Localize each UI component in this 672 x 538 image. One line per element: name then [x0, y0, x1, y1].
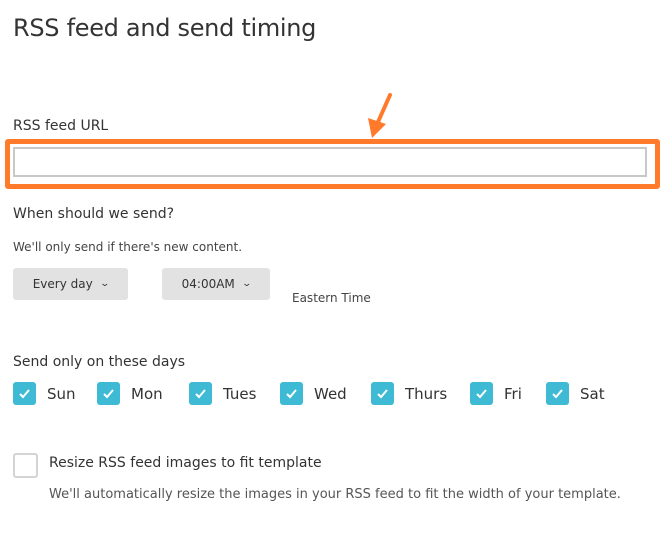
checkbox[interactable]	[546, 382, 569, 405]
resize-images-description: We'll automatically resize the images in…	[49, 487, 621, 502]
day-label: Mon	[131, 384, 163, 403]
checkmark-icon	[476, 389, 487, 399]
day-label: Thurs	[405, 384, 448, 403]
day-checkbox-mon[interactable]: Mon	[97, 382, 163, 405]
frequency-value: Every day	[32, 277, 93, 291]
day-checkbox-sat[interactable]: Sat	[546, 382, 605, 405]
days-heading: Send only on these days	[13, 354, 186, 370]
rss-url-label: RSS feed URL	[13, 118, 109, 134]
checkbox[interactable]	[470, 382, 493, 405]
rss-url-input[interactable]	[13, 147, 647, 177]
day-label: Tues	[223, 384, 257, 403]
checkmark-icon	[377, 389, 388, 399]
checkmark-icon	[552, 389, 563, 399]
day-label: Sun	[47, 384, 76, 403]
checkmark-icon	[195, 389, 206, 399]
send-timing-note: We'll only send if there's new content.	[13, 240, 243, 254]
time-dropdown[interactable]: 04:00AM ⌄	[162, 268, 270, 300]
checkbox[interactable]	[13, 382, 36, 405]
day-label: Sat	[580, 384, 605, 403]
checkbox[interactable]	[97, 382, 120, 405]
chevron-down-icon: ⌄	[99, 279, 110, 289]
checkmark-icon	[103, 389, 114, 399]
frequency-dropdown[interactable]: Every day ⌄	[13, 268, 128, 300]
annotation-arrow-icon	[368, 93, 392, 138]
checkbox[interactable]	[280, 382, 303, 405]
checkbox[interactable]	[371, 382, 394, 405]
checkmark-icon	[286, 389, 297, 399]
checkbox[interactable]	[189, 382, 212, 405]
send-timing-heading: When should we send?	[13, 206, 175, 222]
day-checkbox-fri[interactable]: Fri	[470, 382, 522, 405]
checkmark-icon	[19, 389, 30, 399]
resize-images-label: Resize RSS feed images to fit template	[49, 455, 322, 471]
day-checkbox-tues[interactable]: Tues	[189, 382, 256, 405]
day-label: Wed	[314, 384, 347, 403]
time-value: 04:00AM	[181, 277, 235, 291]
day-checkbox-thurs[interactable]: Thurs	[371, 382, 447, 405]
resize-images-checkbox[interactable]	[13, 453, 38, 478]
chevron-down-icon: ⌄	[241, 279, 252, 289]
day-checkbox-sun[interactable]: Sun	[13, 382, 76, 405]
day-checkbox-wed[interactable]: Wed	[280, 382, 347, 405]
day-label: Fri	[504, 384, 522, 403]
timezone-label: Eastern Time	[292, 291, 371, 305]
page-title: RSS feed and send timing	[13, 14, 317, 42]
